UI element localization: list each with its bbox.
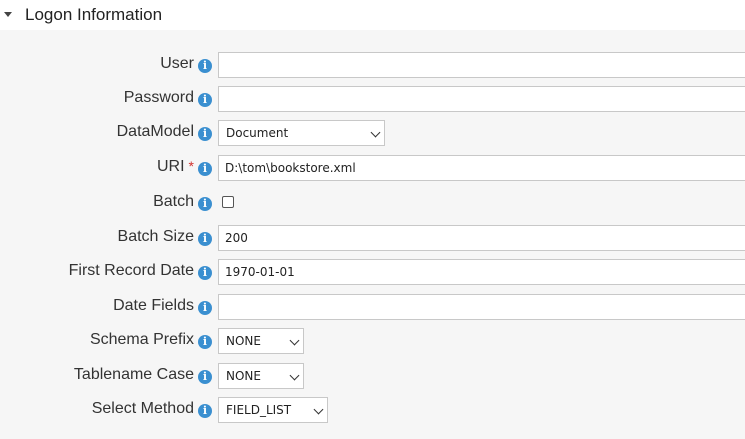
section-title: Logon Information [25, 5, 163, 24]
batch-label: Batch [153, 193, 194, 210]
schema-prefix-label: Schema Prefix [89, 331, 194, 348]
caret-down-icon[interactable] [4, 12, 12, 17]
batch-checkbox[interactable] [222, 196, 234, 208]
field-row-schema-prefix: Schema Prefix i NONE [0, 328, 745, 354]
user-input[interactable] [218, 52, 745, 78]
first-record-date-label: First Record Date [68, 262, 194, 279]
field-row-password: Password i [0, 86, 745, 112]
select-method-select-value: FIELD_LIST [226, 403, 292, 417]
logon-form: User i Password i DataModel i Document U… [0, 30, 745, 439]
datamodel-select[interactable]: Document [218, 120, 385, 146]
date-fields-label: Date Fields [113, 297, 194, 314]
uri-label: URI [156, 158, 185, 175]
info-icon[interactable]: i [198, 59, 212, 73]
info-icon[interactable]: i [198, 301, 212, 315]
user-label: User [160, 55, 194, 72]
info-icon[interactable]: i [198, 370, 212, 384]
chevron-down-icon [289, 370, 300, 381]
chevron-down-icon [313, 404, 324, 415]
select-method-select[interactable]: FIELD_LIST [218, 397, 328, 423]
password-label: Password [123, 89, 194, 106]
field-row-user: User i [0, 52, 745, 78]
date-fields-input[interactable] [218, 294, 745, 320]
section-header-logon-information[interactable]: Logon Information [0, 0, 745, 30]
datamodel-select-value: Document [226, 126, 289, 140]
info-icon[interactable]: i [198, 266, 212, 280]
field-row-tablename-case: Tablename Case i NONE [0, 363, 745, 389]
page: Logon Information User i Password i Data… [0, 0, 745, 439]
info-icon[interactable]: i [198, 197, 212, 211]
tablename-case-select[interactable]: NONE [218, 363, 304, 389]
info-icon[interactable]: i [198, 127, 212, 141]
select-method-label: Select Method [91, 400, 194, 417]
info-icon[interactable]: i [198, 162, 212, 176]
batch-size-label: Batch Size [117, 228, 194, 245]
schema-prefix-select[interactable]: NONE [218, 328, 304, 354]
tablename-case-select-value: NONE [226, 369, 261, 383]
field-row-date-fields: Date Fields i [0, 294, 745, 320]
chevron-down-icon [370, 127, 381, 138]
chevron-down-icon [289, 335, 300, 346]
field-row-uri: URI * i [0, 155, 745, 181]
batch-size-input[interactable] [218, 225, 745, 251]
field-row-select-method: Select Method i FIELD_LIST [0, 397, 745, 423]
field-row-batch: Batch i [0, 190, 745, 216]
schema-prefix-select-value: NONE [226, 334, 261, 348]
uri-label-group: URI * [157, 158, 194, 176]
field-row-first-record-date: First Record Date i [0, 259, 745, 285]
first-record-date-input[interactable] [218, 259, 745, 285]
field-row-batch-size: Batch Size i [0, 225, 745, 251]
info-icon[interactable]: i [198, 232, 212, 246]
uri-input[interactable] [218, 155, 745, 181]
required-marker: * [188, 158, 194, 174]
info-icon[interactable]: i [198, 404, 212, 418]
datamodel-label: DataModel [116, 123, 194, 140]
field-row-datamodel: DataModel i Document [0, 120, 745, 146]
tablename-case-label: Tablename Case [73, 366, 194, 383]
info-icon[interactable]: i [198, 335, 212, 349]
info-icon[interactable]: i [198, 93, 212, 107]
password-input[interactable] [218, 86, 745, 112]
